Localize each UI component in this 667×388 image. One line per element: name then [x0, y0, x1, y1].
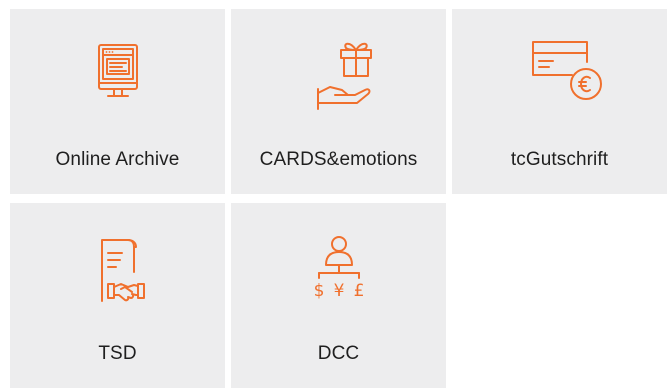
- gift-hand-icon: [291, 37, 387, 117]
- tile-cards-emotions[interactable]: CARDS&emotions: [231, 9, 446, 194]
- document-handshake-icon: [70, 231, 166, 311]
- tile-label: TSD: [98, 343, 137, 364]
- svg-text:£: £: [353, 281, 364, 301]
- svg-text:$: $: [313, 281, 324, 301]
- svg-text:¥: ¥: [333, 281, 344, 301]
- tile-label: Online Archive: [55, 149, 180, 170]
- tile-dcc[interactable]: $ ¥ £ DCC: [231, 203, 446, 388]
- product-tile-grid: Online Archive CARDS&emotions tcGutschri…: [10, 9, 667, 388]
- monitor-archive-icon: [70, 37, 166, 117]
- person-currency-icon: $ ¥ £: [291, 231, 387, 311]
- tile-tcgutschrift[interactable]: tcGutschrift: [452, 9, 667, 194]
- tile-label: tcGutschrift: [510, 149, 609, 170]
- card-euro-icon: [512, 37, 608, 117]
- tile-label: DCC: [317, 343, 360, 364]
- empty-grid-cell: [452, 203, 667, 388]
- tile-tsd[interactable]: TSD: [10, 203, 225, 388]
- tile-online-archive[interactable]: Online Archive: [10, 9, 225, 194]
- tile-label: CARDS&emotions: [259, 149, 418, 170]
